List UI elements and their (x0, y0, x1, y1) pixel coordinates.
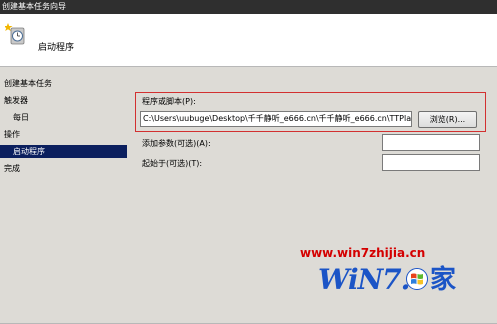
wizard-steps-sidebar: 创建基本任务 触发器 每日 操作 启动程序 完成 (0, 67, 127, 324)
sidebar-item-trigger[interactable]: 触发器 (0, 94, 127, 107)
sidebar-item-label: 创建基本任务 (4, 79, 52, 88)
sidebar-item-label: 触发器 (4, 96, 28, 105)
sidebar-item-label: 启动程序 (13, 147, 45, 156)
start-in-input[interactable] (382, 154, 480, 171)
title-bar: 创建基本任务向导 (0, 0, 497, 14)
program-label: 程序或脚本(P): (142, 97, 196, 106)
sidebar-item-daily[interactable]: 每日 (0, 111, 127, 124)
start-in-label: 起始于(可选)(T): (142, 159, 203, 168)
program-path-input[interactable]: C:\Users\uubuge\Desktop\千千静听_e666.cn\千千静… (140, 111, 412, 127)
sidebar-item-action[interactable]: 操作 (0, 128, 127, 141)
window-title: 创建基本任务向导 (2, 2, 66, 11)
sidebar-item-create-basic-task[interactable]: 创建基本任务 (0, 77, 127, 90)
watermark-logo-suffix: 家 (430, 265, 457, 295)
watermark-logo-text: WiN7. (318, 263, 410, 296)
step-title: 启动程序 (38, 43, 75, 53)
sidebar-item-label: 每日 (13, 113, 29, 122)
sidebar-item-finish[interactable]: 完成 (0, 162, 127, 175)
task-wizard-icon (5, 23, 25, 45)
arguments-input[interactable] (382, 134, 480, 151)
sidebar-item-label: 操作 (4, 130, 20, 139)
sidebar-item-label: 完成 (4, 164, 20, 173)
arguments-label: 添加参数(可选)(A): (142, 139, 211, 148)
watermark-logo: WiN7. 家 (318, 262, 468, 298)
sidebar-item-start-program[interactable]: 启动程序 (0, 145, 127, 158)
wizard-header: 启动程序 (0, 14, 497, 67)
watermark-url: www.win7zhijia.cn (300, 246, 426, 260)
windows-flag-icon (406, 268, 428, 290)
browse-button[interactable]: 浏览(R)... (418, 111, 477, 128)
